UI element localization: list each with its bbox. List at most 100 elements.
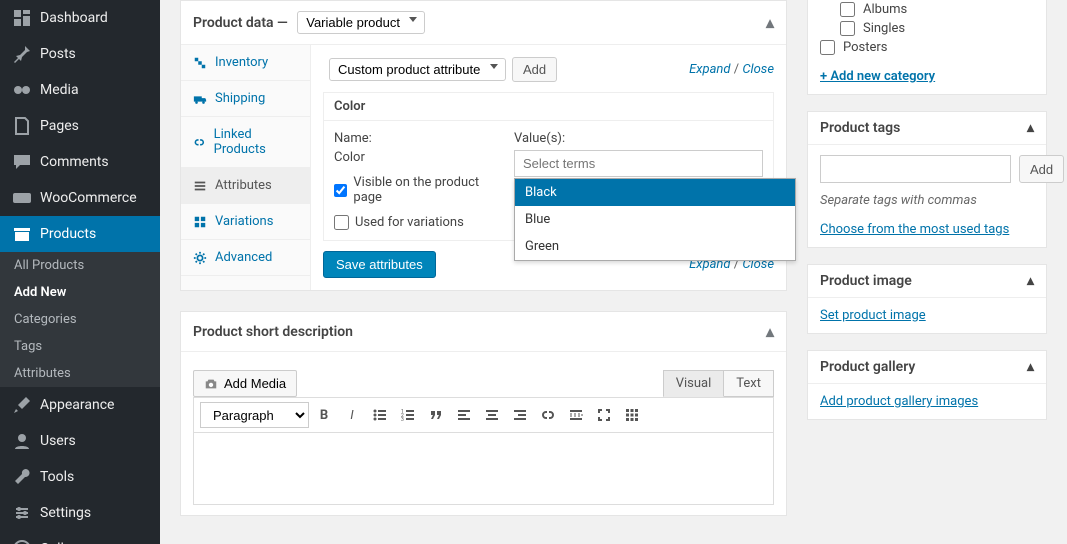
- category-checkbox[interactable]: [840, 21, 855, 36]
- sidebar-item-comments[interactable]: Comments: [0, 144, 160, 180]
- product-tags-box: Product tags▴ Add Separate tags with com…: [807, 111, 1047, 248]
- editor-tabs: Visual Text: [663, 370, 774, 397]
- tab-variations[interactable]: Variations: [181, 204, 310, 240]
- category-row-singles[interactable]: Singles: [820, 19, 1034, 38]
- align-left-button[interactable]: [451, 402, 477, 428]
- product-categories-box: Albums Singles Posters + Add new categor…: [807, 0, 1047, 95]
- category-checkbox[interactable]: [840, 2, 855, 17]
- editor-tab-text[interactable]: Text: [724, 370, 774, 397]
- tag-input[interactable]: [820, 155, 1011, 183]
- category-checkbox[interactable]: [820, 40, 835, 55]
- right-column: Albums Singles Posters + Add new categor…: [807, 0, 1067, 544]
- add-tag-button[interactable]: Add: [1019, 155, 1064, 183]
- link-icon: [193, 135, 206, 149]
- sidebar-item-users[interactable]: Users: [0, 423, 160, 459]
- gear-small-icon: [193, 251, 207, 265]
- sidebar-subitem-attributes[interactable]: Attributes: [0, 360, 160, 387]
- link-button[interactable]: [535, 402, 561, 428]
- dropdown-option-green[interactable]: Green: [515, 233, 795, 260]
- bold-button[interactable]: B: [311, 402, 337, 428]
- insert-more-button[interactable]: [563, 402, 589, 428]
- sidebar-item-settings[interactable]: Settings: [0, 495, 160, 531]
- bullet-list-button[interactable]: [367, 402, 393, 428]
- save-attributes-button[interactable]: Save attributes: [323, 251, 436, 278]
- attribute-terms-input[interactable]: [514, 150, 763, 177]
- sidebar-subitem-categories[interactable]: Categories: [0, 306, 160, 333]
- product-type-select[interactable]: Variable product: [297, 11, 425, 34]
- tab-shipping[interactable]: Shipping: [181, 81, 310, 117]
- dropdown-option-black[interactable]: Black: [515, 179, 795, 206]
- sidebar-submenu-products: All Products Add New Categories Tags Att…: [0, 252, 160, 387]
- sidebar-item-collapse[interactable]: Collapse menu: [0, 531, 160, 544]
- italic-button[interactable]: I: [339, 402, 365, 428]
- editor-content-area[interactable]: [193, 433, 774, 505]
- attribute-name-label: Name:: [334, 131, 494, 146]
- add-new-category-link[interactable]: + Add new category: [820, 69, 935, 84]
- tab-linked-products[interactable]: Linked Products: [181, 117, 310, 168]
- editor-toolbar: Paragraph B I 123: [193, 397, 774, 433]
- sidebar-item-tools[interactable]: Tools: [0, 459, 160, 495]
- sidebar-subitem-add-new[interactable]: Add New: [0, 279, 160, 306]
- brush-icon: [12, 395, 32, 415]
- category-row-posters[interactable]: Posters: [820, 38, 1034, 57]
- sidebar-subitem-all-products[interactable]: All Products: [0, 252, 160, 279]
- attribute-row-header[interactable]: Color: [324, 93, 773, 121]
- align-right-button[interactable]: [507, 402, 533, 428]
- choose-used-tags-link[interactable]: Choose from the most used tags: [820, 222, 1009, 237]
- toolbar-toggle-button[interactable]: [619, 402, 645, 428]
- inventory-icon: [193, 56, 207, 70]
- numbered-list-button[interactable]: 123: [395, 402, 421, 428]
- svg-text:3: 3: [401, 417, 404, 423]
- product-gallery-heading: Product gallery: [820, 359, 915, 375]
- used-for-variations-checkbox[interactable]: Used for variations: [334, 215, 494, 230]
- sidebar-item-dashboard[interactable]: Dashboard: [0, 0, 160, 36]
- panel-toggle-icon[interactable]: ▴: [1027, 359, 1034, 375]
- sidebar-subitem-tags[interactable]: Tags: [0, 333, 160, 360]
- camera-icon: [204, 377, 218, 391]
- sidebar-item-woocommerce[interactable]: WooCommerce: [0, 180, 160, 216]
- close-link[interactable]: Close: [742, 62, 774, 77]
- attribute-type-select[interactable]: Custom product attribute: [329, 58, 506, 81]
- shipping-icon: [193, 92, 207, 106]
- panel-toggle-icon[interactable]: ▴: [1027, 273, 1034, 289]
- attribute-values-label: Value(s):: [514, 131, 763, 146]
- sidebar-item-pages[interactable]: Pages: [0, 108, 160, 144]
- expand-link[interactable]: Expand: [689, 62, 730, 77]
- add-attribute-button[interactable]: Add: [512, 57, 557, 82]
- panel-toggle-icon[interactable]: ▴: [1027, 120, 1034, 136]
- tab-attributes[interactable]: Attributes: [181, 168, 310, 204]
- sidebar-label-comments: Comments: [40, 154, 109, 170]
- expand-close-top: Expand / Close: [689, 62, 774, 77]
- editor-format-select[interactable]: Paragraph: [200, 402, 309, 428]
- editor-tab-visual[interactable]: Visual: [663, 370, 725, 397]
- product-data-heading: Product data —: [193, 15, 288, 31]
- pin-icon: [12, 44, 32, 64]
- visible-checkbox-input[interactable]: [334, 183, 347, 198]
- sidebar-item-appearance[interactable]: Appearance: [0, 387, 160, 423]
- sidebar-item-media[interactable]: Media: [0, 72, 160, 108]
- fullscreen-button[interactable]: [591, 402, 617, 428]
- add-gallery-images-link[interactable]: Add product gallery images: [820, 394, 978, 409]
- variations-checkbox-input[interactable]: [334, 215, 349, 230]
- visible-on-page-checkbox[interactable]: Visible on the product page: [334, 175, 494, 205]
- set-product-image-link[interactable]: Set product image: [820, 308, 926, 323]
- sidebar-label-appearance: Appearance: [40, 397, 114, 413]
- sidebar-item-posts[interactable]: Posts: [0, 36, 160, 72]
- dashboard-icon: [12, 8, 32, 28]
- panel-toggle-icon[interactable]: ▴: [766, 322, 774, 341]
- product-tags-heading: Product tags: [820, 120, 900, 136]
- product-gallery-box: Product gallery ▴ Add product gallery ima…: [807, 350, 1047, 420]
- sidebar-item-products[interactable]: Products: [0, 216, 160, 252]
- product-image-box: Product image▴ Set product image: [807, 264, 1047, 334]
- tab-inventory[interactable]: Inventory: [181, 45, 310, 81]
- tab-advanced[interactable]: Advanced: [181, 240, 310, 276]
- panel-toggle-icon[interactable]: ▴: [766, 13, 774, 32]
- blockquote-button[interactable]: [423, 402, 449, 428]
- add-media-button[interactable]: Add Media: [193, 370, 297, 397]
- category-row-albums[interactable]: Albums: [820, 0, 1034, 19]
- dropdown-option-blue[interactable]: Blue: [515, 206, 795, 233]
- pages-icon: [12, 116, 32, 136]
- main-content: Product data — Variable product ▴ Invent…: [160, 0, 807, 544]
- product-data-panel: Product data — Variable product ▴ Invent…: [180, 0, 787, 291]
- align-center-button[interactable]: [479, 402, 505, 428]
